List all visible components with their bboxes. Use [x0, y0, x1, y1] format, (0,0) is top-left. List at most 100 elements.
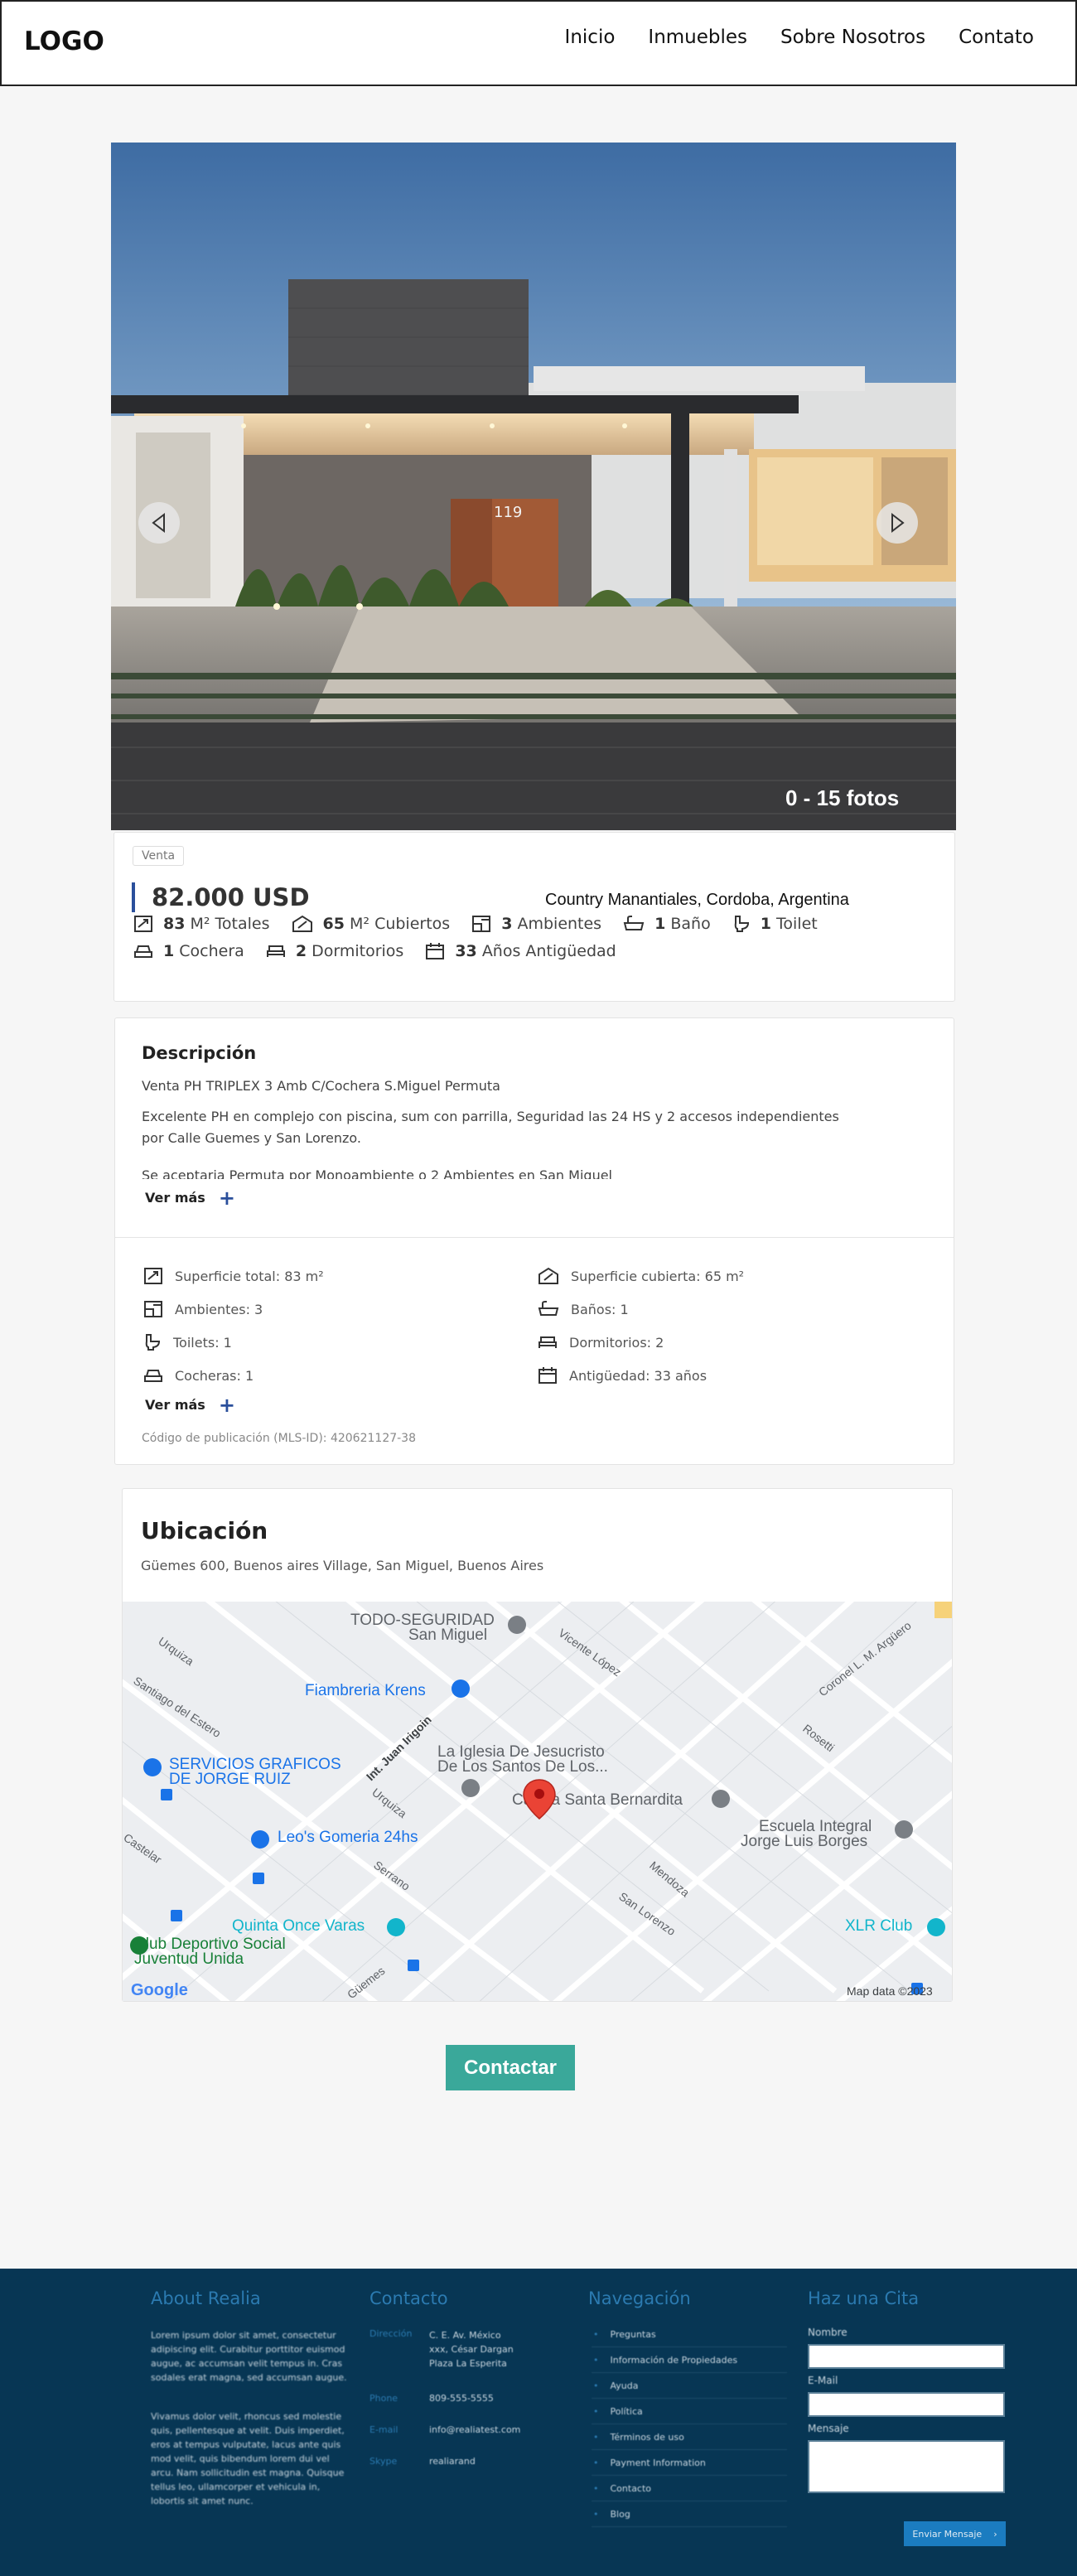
form-name-label: Nombre: [808, 2327, 848, 2338]
mls-id: Código de publicación (MLS-ID): 42062112…: [142, 1432, 416, 1445]
property-price: 82.000 USD: [152, 883, 310, 911]
form-name-input[interactable]: [808, 2344, 1005, 2369]
property-photo: 119: [111, 143, 956, 830]
house-number: 119: [494, 504, 522, 521]
previous-photo-button[interactable]: [138, 502, 180, 544]
feature-toilet: 1 Toilet: [732, 915, 818, 933]
ver-mas-specs-button[interactable]: Ver más +: [145, 1393, 235, 1417]
plus-icon: +: [218, 1186, 235, 1210]
nav-contato[interactable]: Contato: [959, 27, 1034, 48]
form-email-label: E-Mail: [808, 2375, 838, 2386]
property-photo-carousel[interactable]: 119 0 - 15 fotos: [111, 143, 956, 830]
feature-bedrooms: 2 Dormitorios: [266, 942, 403, 960]
calendar-icon: [426, 943, 445, 959]
rooms-icon: [144, 1301, 162, 1317]
svg-text:Juventud Unida: Juventud Unida: [134, 1950, 244, 1968]
rooms-icon: [472, 916, 491, 932]
description-title: Descripción: [142, 1043, 257, 1063]
form-message-textarea[interactable]: [808, 2440, 1005, 2493]
footer-nav-item[interactable]: Términos de uso: [592, 2424, 787, 2450]
svg-text:De Los Santos De Los...: De Los Santos De Los...: [437, 1758, 608, 1776]
description-truncated: Se aceptaria Permuta por Monoambiente o …: [142, 1167, 612, 1179]
spec-covered-area: Superficie cubierta: 65 m²: [538, 1267, 744, 1285]
property-location: Country Manantiales, Cordoba, Argentina: [545, 891, 849, 909]
next-photo-button[interactable]: [877, 502, 918, 544]
footer-nav-item[interactable]: Preguntas: [592, 2322, 787, 2347]
footer-nav-title: Navegación: [588, 2288, 691, 2308]
footer-about-text-2: Vivamus dolor velit, rhoncus sed molesti…: [151, 2411, 345, 2506]
description-headline: Venta PH TRIPLEX 3 Amb C/Cochera S.Migue…: [142, 1078, 500, 1094]
nav-inmuebles[interactable]: Inmuebles: [648, 27, 747, 48]
feature-row-1: 83 M² Totales 65 M² Cubiertos 3 Ambiente…: [133, 915, 818, 933]
nav-inicio[interactable]: Inicio: [565, 27, 616, 48]
feature-row-2: 1 Cochera 2 Dormitorios 33 Años Antigüed…: [133, 942, 616, 960]
description-body: Excelente PH en complejo con piscina, su…: [142, 1109, 839, 1146]
location-title: Ubicación: [141, 1517, 268, 1544]
covered-area-icon: [292, 915, 312, 932]
bed-icon: [266, 945, 285, 957]
section-divider: [115, 1237, 954, 1238]
footer-nav-item[interactable]: Payment Information: [592, 2450, 787, 2476]
footer-phone: Phone 809-555-5555: [369, 2393, 494, 2404]
calendar-icon: [538, 1367, 557, 1384]
footer-contact-title: Contacto: [369, 2288, 448, 2308]
spec-total-area: Superficie total: 83 m²: [143, 1267, 324, 1285]
map-canvas: Urquiza Vicente López Coronel L. M. Argü…: [123, 1602, 952, 2001]
site-logo[interactable]: LOGO: [24, 27, 104, 56]
footer-about-text-1: Lorem ipsum dolor sit amet, consectetur …: [151, 2330, 347, 2383]
map-attribution: Map data ©2023: [847, 1984, 933, 1998]
footer-nav-item[interactable]: Ayuda: [592, 2373, 787, 2399]
description-card: Descripción Venta PH TRIPLEX 3 Amb C/Coc…: [114, 1017, 954, 1465]
feature-total-area: 83 M² Totales: [133, 915, 270, 933]
svg-text:San Miguel: San Miguel: [408, 1626, 487, 1644]
feature-rooms: 3 Ambientes: [471, 915, 601, 933]
chevron-left-icon: [152, 512, 165, 534]
footer-about-title: About Realia: [151, 2288, 261, 2308]
svg-text:Fiambreria Krens: Fiambreria Krens: [305, 1682, 426, 1699]
footer-nav-item[interactable]: Blog: [592, 2501, 787, 2527]
spec-bedrooms: Dormitorios: 2: [538, 1333, 664, 1351]
svg-text:Jorge Luis Borges: Jorge Luis Borges: [741, 1833, 867, 1850]
nav-sobre-nosotros[interactable]: Sobre Nosotros: [780, 27, 925, 48]
area-icon: [134, 916, 152, 932]
svg-text:DE JORGE RUIZ: DE JORGE RUIZ: [169, 1771, 291, 1788]
garage-icon: [144, 1370, 162, 1382]
send-message-button[interactable]: Enviar Mensaje ›: [904, 2521, 1006, 2546]
toilet-icon: [734, 916, 749, 932]
chevron-right-icon: [891, 512, 905, 534]
bed-icon: [538, 1336, 557, 1348]
footer-nav-item[interactable]: Política: [592, 2399, 787, 2424]
plus-icon: +: [218, 1393, 235, 1417]
footer-nav-list: Preguntas Información de Propiedades Ayu…: [592, 2322, 787, 2527]
footer-form-title: Haz una Cita: [808, 2288, 920, 2308]
site-header: LOGO Inicio Inmuebles Sobre Nosotros Con…: [0, 0, 1077, 86]
spec-age: Antigüedad: 33 años: [538, 1366, 707, 1385]
covered-area-icon: [538, 1267, 558, 1284]
footer-nav-item[interactable]: Información de Propiedades: [592, 2347, 787, 2373]
form-email-input[interactable]: [808, 2392, 1005, 2417]
photo-count: 0 - 15 fotos: [785, 785, 900, 810]
footer-address: Dirección C. E. Av. México xxx, César Dar…: [369, 2328, 514, 2369]
spec-rooms: Ambientes: 3: [143, 1300, 263, 1318]
svg-text:Leo's Gomeria 24hs: Leo's Gomeria 24hs: [278, 1829, 418, 1846]
price-accent-bar: [132, 882, 135, 912]
spec-baths: Baños: 1: [538, 1300, 629, 1318]
bath-icon: [623, 916, 645, 930]
footer-email[interactable]: E-mail info@realiatest.com: [369, 2424, 520, 2435]
location-address: Güemes 600, Buenos aires Village, San Mi…: [141, 1558, 544, 1573]
feature-garage: 1 Cochera: [133, 942, 244, 960]
chevron-right-icon: ›: [993, 2528, 997, 2540]
bath-icon: [538, 1301, 559, 1316]
svg-text:XLR Club: XLR Club: [845, 1917, 912, 1935]
garage-icon: [134, 945, 152, 958]
google-logo: Google: [131, 1981, 188, 1999]
area-icon: [144, 1268, 162, 1284]
feature-covered-area: 65 M² Cubiertos: [292, 915, 450, 933]
form-message-label: Mensaje: [808, 2423, 849, 2434]
ver-mas-description-button[interactable]: Ver más +: [145, 1186, 235, 1210]
operation-badge: Venta: [133, 846, 185, 866]
footer-skype[interactable]: Skype realiarand: [369, 2456, 476, 2467]
footer-nav-item[interactable]: Contacto: [592, 2476, 787, 2501]
google-map[interactable]: Urquiza Vicente López Coronel L. M. Argü…: [123, 1602, 952, 2001]
contactar-button[interactable]: Contactar: [446, 2045, 575, 2090]
